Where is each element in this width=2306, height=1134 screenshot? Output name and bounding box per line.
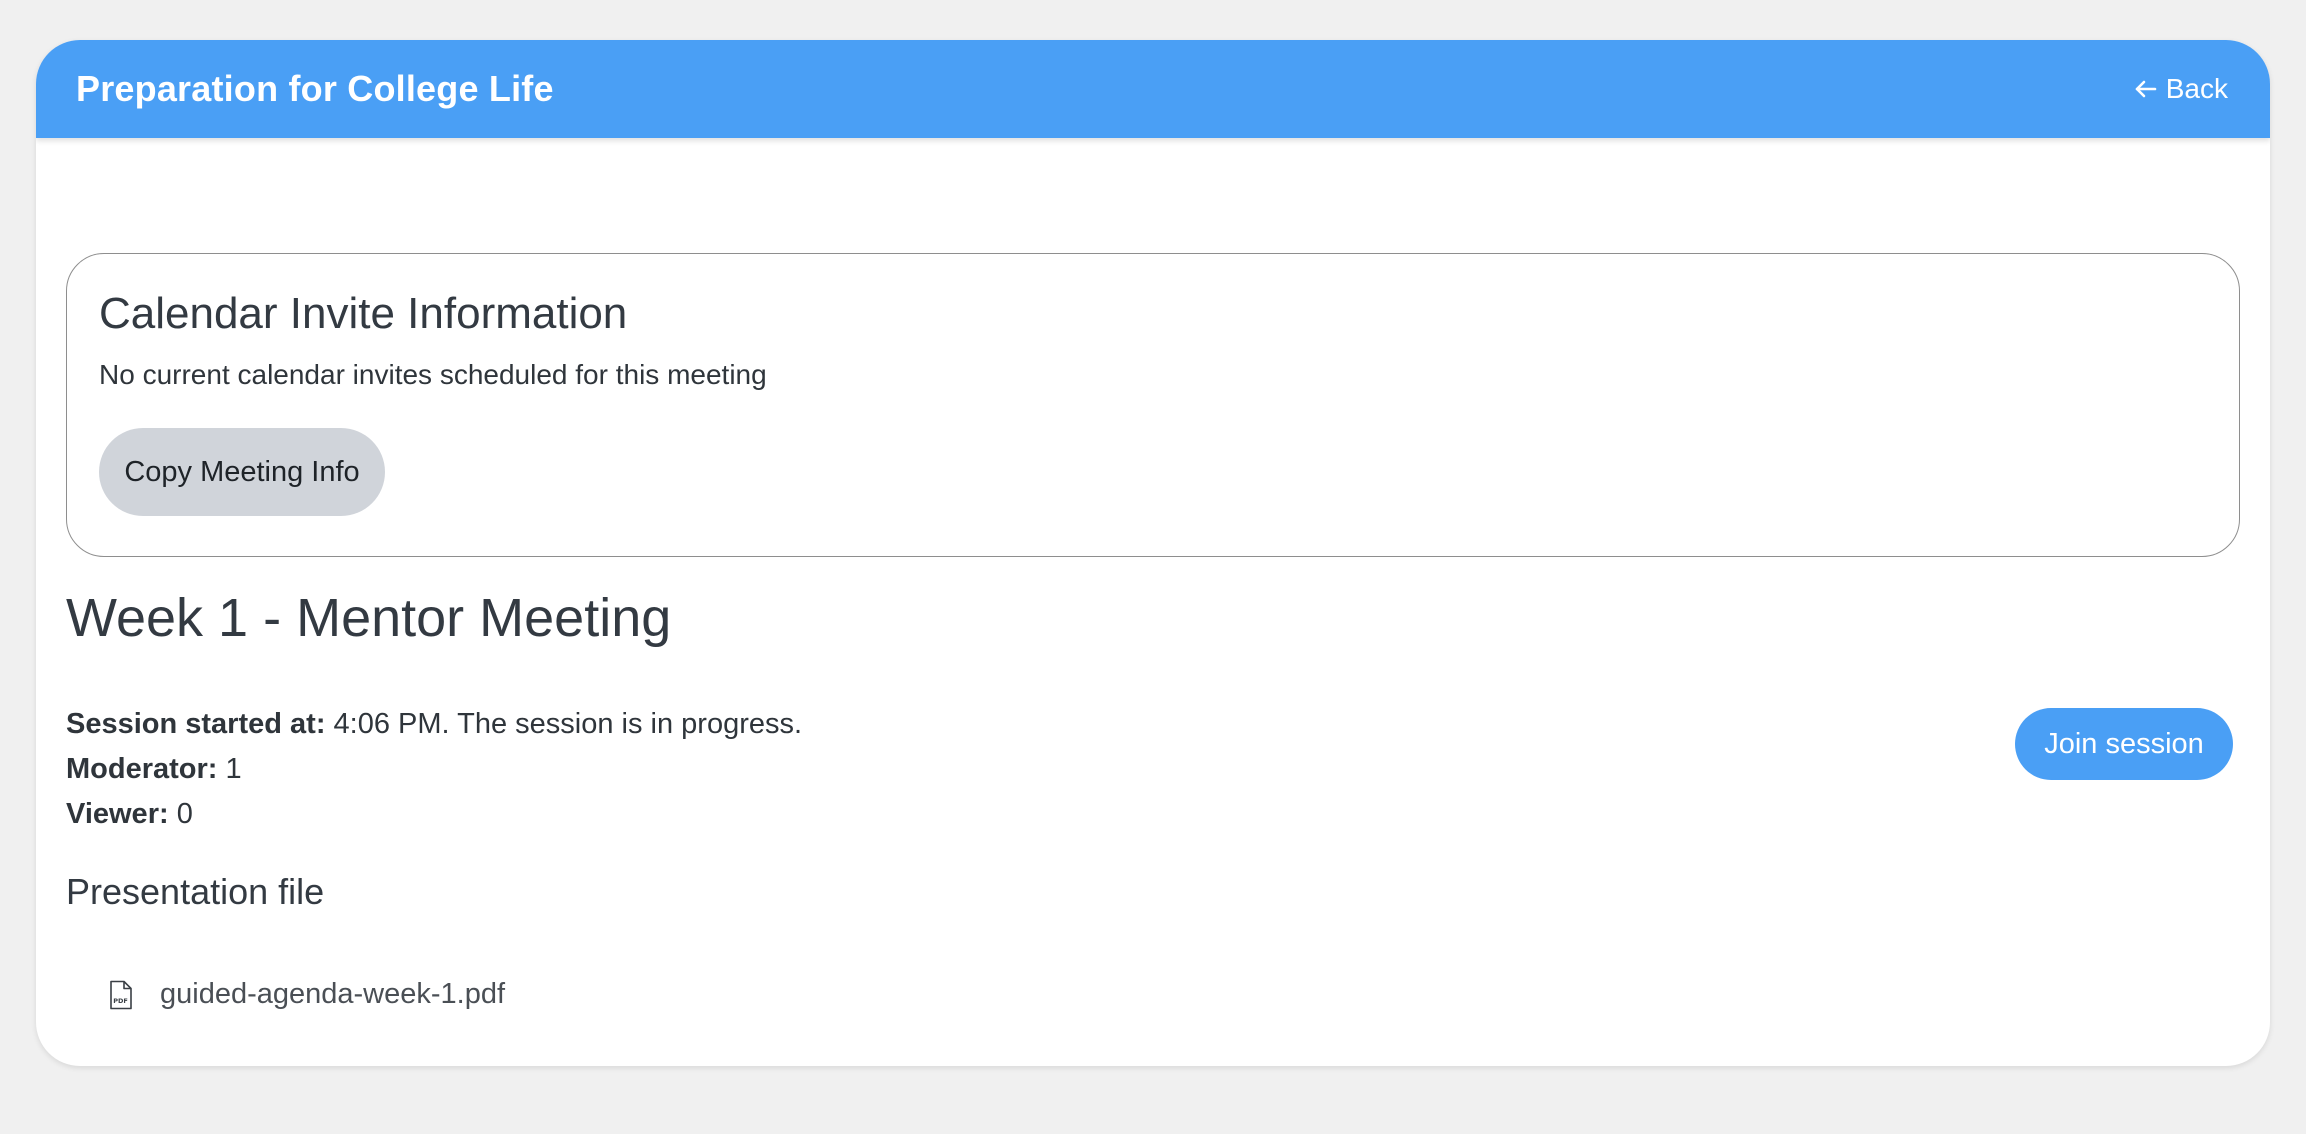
session-started-row: Session started at: 4:06 PM. The session…: [66, 702, 802, 747]
presentation-file-link[interactable]: PDF guided-agenda-week-1.pdf: [108, 978, 505, 1011]
moderator-label: Moderator:: [66, 753, 218, 785]
back-label: Back: [2165, 73, 2228, 104]
meeting-card: Preparation for College Life Back Calend…: [36, 40, 2270, 1066]
copy-meeting-info-button[interactable]: Copy Meeting Info: [99, 428, 385, 516]
session-started-label: Session started at:: [66, 708, 326, 740]
session-started-value: 4:06 PM. The session is in progress.: [333, 708, 803, 740]
presentation-file-heading: Presentation file: [66, 871, 325, 912]
svg-text:PDF: PDF: [113, 997, 128, 1005]
calendar-invite-title: Calendar Invite Information: [99, 289, 628, 338]
pdf-file-icon: PDF: [108, 980, 134, 1010]
arrow-left-icon: [2134, 77, 2158, 101]
calendar-invite-message: No current calendar invites scheduled fo…: [99, 359, 767, 390]
app-header: Preparation for College Life Back: [36, 40, 2270, 138]
session-info: Session started at: 4:06 PM. The session…: [66, 702, 802, 837]
viewer-count: 0: [176, 798, 193, 830]
join-session-button[interactable]: Join session: [2015, 708, 2233, 780]
moderator-row: Moderator: 1: [66, 747, 802, 792]
meeting-title: Week 1 - Mentor Meeting: [66, 588, 672, 648]
viewer-label: Viewer:: [66, 798, 169, 830]
page-title: Preparation for College Life: [76, 68, 554, 109]
moderator-count: 1: [225, 753, 242, 785]
calendar-invite-panel: Calendar Invite Information No current c…: [66, 253, 2240, 557]
viewer-row: Viewer: 0: [66, 792, 802, 837]
back-button[interactable]: Back: [2134, 73, 2228, 105]
presentation-file-name: guided-agenda-week-1.pdf: [160, 978, 506, 1010]
